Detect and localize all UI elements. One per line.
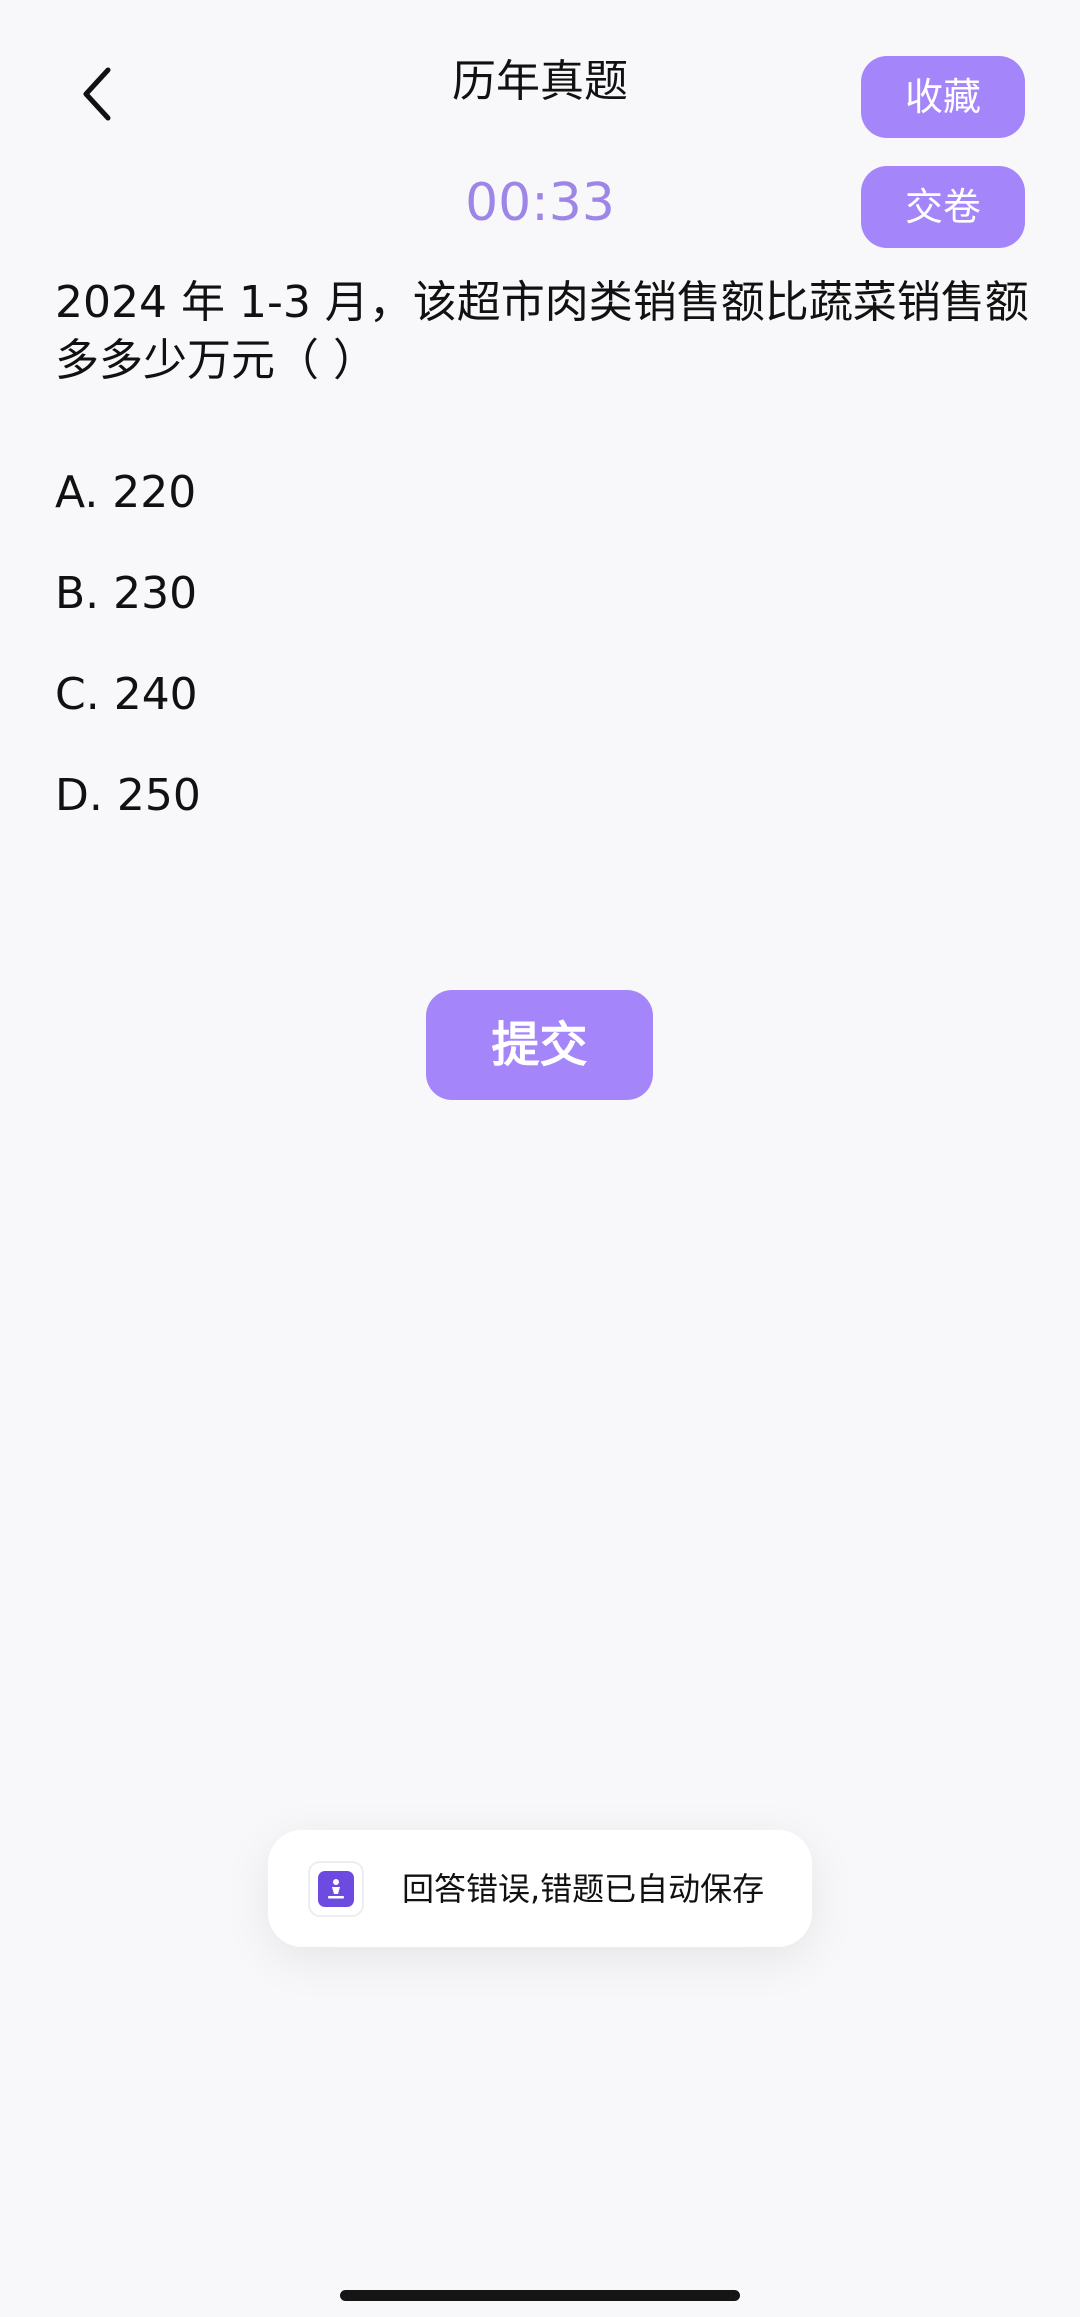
option-b[interactable]: B. 230	[55, 559, 955, 660]
option-a[interactable]: A. 220	[55, 458, 955, 559]
timer: 00:33	[465, 173, 615, 233]
app-logo-icon	[310, 1862, 362, 1915]
submit-answer-button[interactable]: 提交	[426, 990, 653, 1100]
question-text: 2024 年 1-3 月，该超市肉类销售额比蔬菜销售额多多少万元（ ）	[55, 277, 1029, 386]
toast-message: 回答错误,错题已自动保存	[402, 1869, 765, 1908]
option-d[interactable]: D. 250	[55, 761, 955, 862]
options-list: A. 220 B. 230 C. 240 D. 250	[55, 458, 955, 862]
toast-notification: 回答错误,错题已自动保存	[268, 1830, 812, 1947]
home-indicator[interactable]	[340, 2290, 740, 2301]
favorite-button[interactable]: 收藏	[861, 56, 1025, 138]
option-c[interactable]: C. 240	[55, 660, 955, 761]
